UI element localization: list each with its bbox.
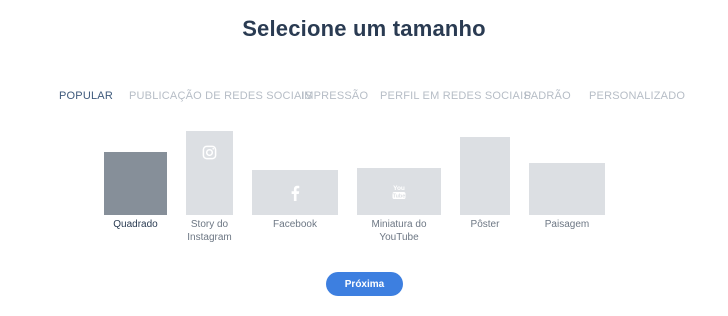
tab-popular[interactable]: POPULAR: [59, 90, 113, 102]
instagram-story-thumbnail[interactable]: [186, 131, 233, 215]
tab-social-media-post[interactable]: PUBLICAÇÃO DE REDES SOCIAIS: [129, 90, 312, 102]
instagram-icon: [202, 145, 217, 160]
next-button[interactable]: Próxima: [326, 272, 403, 296]
size-option-label: Facebook: [273, 219, 317, 230]
youtube-icon: You Tube: [390, 183, 408, 201]
facebook-thumbnail[interactable]: [252, 170, 338, 215]
tab-social-profile[interactable]: PERFIL EM REDES SOCIAIS: [380, 90, 531, 102]
svg-text:You: You: [393, 185, 405, 192]
landscape-thumbnail[interactable]: [529, 163, 605, 215]
size-option-label: Paisagem: [544, 219, 590, 230]
square-thumbnail[interactable]: [104, 152, 167, 215]
facebook-icon: [290, 185, 300, 201]
youtube-thumbnail[interactable]: You Tube: [357, 168, 441, 215]
size-option-label: Quadrado: [113, 219, 158, 230]
svg-text:Tube: Tube: [393, 193, 406, 199]
size-option-label: Pôster: [470, 219, 500, 230]
poster-thumbnail[interactable]: [460, 137, 510, 215]
size-option-label: Miniatura do YouTube: [371, 219, 427, 243]
size-category-tabs: POPULAR PUBLICAÇÃO DE REDES SOCIAIS IMPR…: [0, 90, 728, 104]
tab-standard[interactable]: PADRÃO: [524, 90, 571, 102]
page-title: Selecione um tamanho: [242, 16, 486, 41]
tab-print[interactable]: IMPRESSÃO: [301, 90, 368, 102]
size-option-label: Story do Instagram: [187, 219, 232, 243]
tab-custom[interactable]: PERSONALIZADO: [589, 90, 685, 102]
